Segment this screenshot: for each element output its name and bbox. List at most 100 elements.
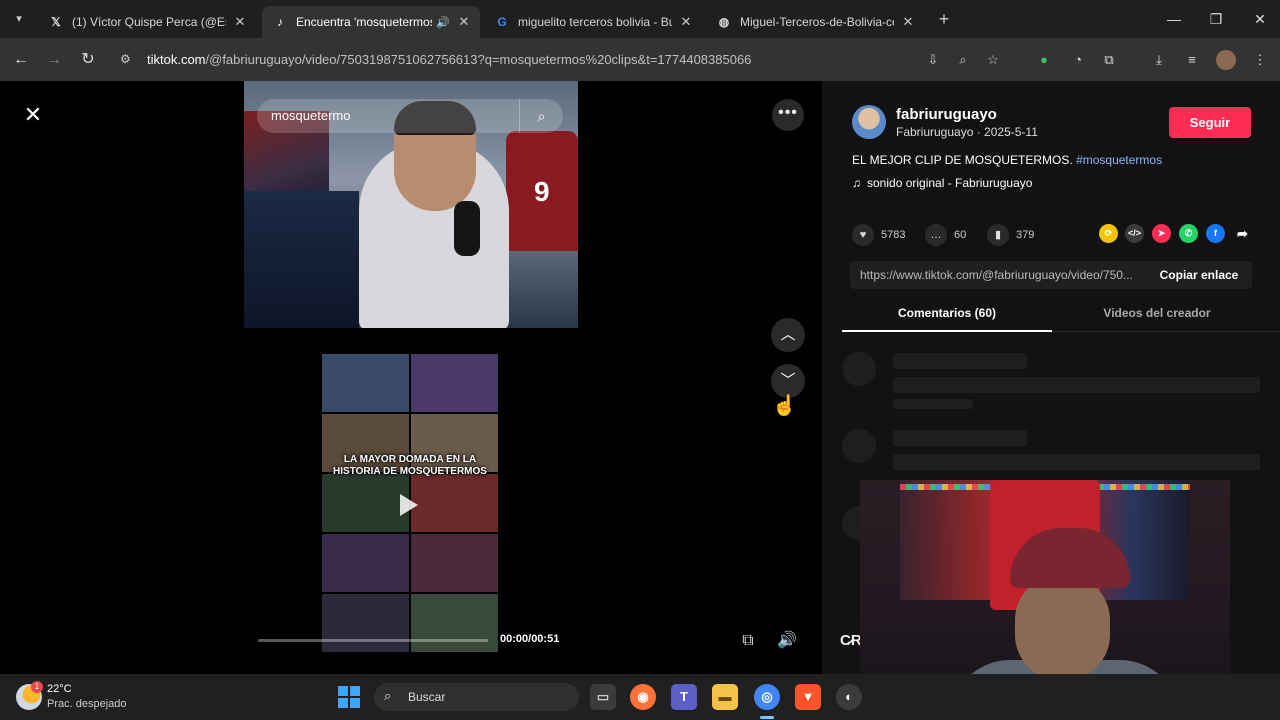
browser-tab-tiktok[interactable]: ♪ Encuentra 'mosquetermos 🔊 ✕ [262, 6, 480, 38]
close-video-icon[interactable]: ✕ [18, 100, 48, 130]
file-explorer-icon[interactable]: ▬ [712, 684, 738, 710]
facebook-icon[interactable]: f [1206, 224, 1225, 243]
embed-code-icon[interactable]: </> [1125, 224, 1144, 243]
collage-cell [322, 354, 409, 412]
tab-creator-videos[interactable]: Videos del creador [1052, 300, 1262, 332]
browser-tab-google[interactable]: G miguelito terceros bolivia - Bus ✕ [484, 6, 702, 38]
weather-condition[interactable]: Prac. despejado [47, 698, 127, 710]
menu-kebab-icon[interactable]: ⋮ [1250, 50, 1270, 70]
zoom-icon[interactable]: ⌕ [954, 52, 972, 70]
close-tab-icon[interactable]: ✕ [900, 14, 916, 30]
chrome-active-indicator [760, 716, 774, 719]
whatsapp-icon[interactable]: ✆ [1179, 224, 1198, 243]
url-domain: tiktok.com [147, 52, 206, 67]
bookmark-icon[interactable]: ▮ [987, 224, 1009, 246]
hashtag-link[interactable]: #mosquetermos [1076, 153, 1162, 167]
video-player[interactable]: 9 mosquetermo ⌕ LA MAYOR DOMADA EN LA HI… [244, 81, 578, 674]
collage-caption: LA MAYOR DOMADA EN LA HISTORIA DE MOSQUE… [333, 454, 487, 477]
comment-skeleton-line [893, 454, 1260, 470]
sound-info[interactable]: ♫ sonido original - Fabriuruguayo [852, 176, 1032, 190]
copy-link-box: https://www.tiktok.com/@fabriuruguayo/vi… [850, 261, 1252, 289]
send-to-friends-icon[interactable]: ➤ [1152, 224, 1171, 243]
panel-tabs: Comentarios (60) Videos del creador [842, 300, 1280, 332]
tab-search-dropdown-icon[interactable]: ▾ [8, 8, 30, 30]
windows-start-icon[interactable] [338, 686, 360, 708]
collage-cell [322, 594, 409, 652]
previous-video-icon[interactable]: ︿ [771, 318, 805, 352]
install-app-icon[interactable]: ⇩ [924, 52, 942, 70]
extension-green-icon[interactable]: ● [1034, 50, 1054, 70]
tiktok-logo-icon: ♪ [277, 15, 283, 29]
cr-logo-icon: C̷R [840, 632, 862, 649]
forward-icon[interactable]: → [42, 48, 66, 72]
url-text[interactable]: tiktok.com/@fabriuruguayo/video/75031987… [147, 52, 751, 67]
copy-link-button[interactable]: Copiar enlace [1146, 261, 1252, 289]
browser-tab-globe[interactable]: ◍ Miguel-Terceros-de-Bolivia-cel ✕ [706, 6, 924, 38]
url-path: /@fabriuruguayo/video/750319875106275661… [205, 52, 752, 67]
author-handle[interactable]: fabriuruguayo [896, 106, 997, 123]
heart-icon[interactable]: ♥ [852, 224, 874, 246]
taskbar-search-label: Buscar [408, 690, 446, 704]
video-timecode: 00:00/00:51 [500, 633, 560, 645]
obs-icon[interactable]: ◐ [836, 684, 862, 710]
author-subtitle: Fabriuruguayo · 2025-5-11 [896, 125, 1038, 139]
microphone [454, 201, 480, 256]
site-info-icon[interactable]: ⚙ [120, 52, 136, 68]
task-view-icon[interactable]: ▭ [590, 684, 616, 710]
weather-temperature[interactable]: 22°C [47, 683, 72, 695]
audio-playing-icon[interactable]: 🔊 [436, 16, 450, 29]
comment-skeleton-avatar [842, 352, 876, 386]
close-tab-icon[interactable]: ✕ [678, 14, 694, 30]
share-arrow-icon[interactable]: ➦ [1233, 224, 1252, 243]
extension-off-icon[interactable]: ◔ [1068, 50, 1088, 70]
close-window-icon[interactable]: ✕ [1248, 8, 1272, 30]
sound-label: sonido original - Fabriuruguayo [867, 176, 1033, 190]
music-note-icon: ♫ [852, 176, 861, 190]
tab-comments[interactable]: Comentarios (60) [842, 300, 1052, 332]
minimize-icon[interactable]: — [1162, 8, 1186, 30]
address-bar[interactable]: ⚙ tiktok.com/@fabriuruguayo/video/750319… [110, 44, 999, 76]
bookmark-star-icon[interactable]: ☆ [984, 52, 1002, 70]
close-tab-icon[interactable]: ✕ [456, 14, 472, 30]
google-logo-icon: G [497, 15, 507, 29]
comment-icon[interactable]: … [925, 224, 947, 246]
comment-stat[interactable]: … 60 [925, 224, 966, 246]
new-tab-icon[interactable]: + [934, 9, 954, 29]
teams-icon[interactable]: T [671, 684, 697, 710]
weather-badge: 1 [31, 681, 43, 693]
collage-cell [411, 354, 498, 412]
media-controls-icon[interactable]: ≡ [1182, 50, 1202, 70]
volume-icon[interactable]: 🔊 [772, 626, 802, 656]
extensions-puzzle-icon[interactable]: ⧉ [1099, 50, 1119, 70]
picture-in-picture-icon[interactable]: ⧉ [733, 626, 763, 656]
browser-tab-x[interactable]: 𝕏 (1) Víctor Quispe Perca (@Estad ✕ [38, 6, 256, 38]
more-options-icon[interactable]: ••• [772, 99, 804, 131]
like-stat[interactable]: ♥ 5783 [852, 224, 905, 246]
brave-icon[interactable]: ▼ [795, 684, 821, 710]
author-avatar[interactable] [852, 105, 886, 139]
follow-button[interactable]: Seguir [1169, 107, 1251, 138]
downloads-icon[interactable]: ⤓ [1149, 50, 1169, 70]
save-stat[interactable]: ▮ 379 [987, 224, 1034, 246]
browser-tab-strip: ▾ 𝕏 (1) Víctor Quispe Perca (@Estad ✕ ♪ … [0, 0, 1280, 38]
video-description: EL MEJOR CLIP DE MOSQUETERMOS. #mosquete… [852, 153, 1162, 167]
background-cabinet [244, 191, 359, 328]
clip-collage: LA MAYOR DOMADA EN LA HISTORIA DE MOSQUE… [322, 354, 498, 652]
mouse-cursor-icon: ☝ [772, 395, 797, 417]
repost-icon[interactable]: ⟳ [1099, 224, 1118, 243]
chrome-icon[interactable]: ◎ [754, 684, 780, 710]
comment-skeleton-avatar [842, 429, 876, 463]
comment-skeleton-line [893, 353, 1027, 369]
back-icon[interactable]: ← [9, 48, 33, 72]
webcam-person-face [1015, 575, 1110, 680]
taskbar-search[interactable]: ⌕ Buscar [374, 683, 579, 711]
restore-icon[interactable]: ❐ [1204, 8, 1228, 30]
reload-icon[interactable]: ↻ [76, 48, 100, 72]
video-link-text[interactable]: https://www.tiktok.com/@fabriuruguayo/vi… [860, 268, 1146, 282]
profile-avatar[interactable] [1216, 50, 1236, 70]
video-progress-bar[interactable] [258, 639, 488, 642]
close-tab-icon[interactable]: ✕ [232, 14, 248, 30]
firefox-icon[interactable]: ◉ [630, 684, 656, 710]
play-icon[interactable] [400, 494, 418, 516]
collage-cell [411, 474, 498, 532]
